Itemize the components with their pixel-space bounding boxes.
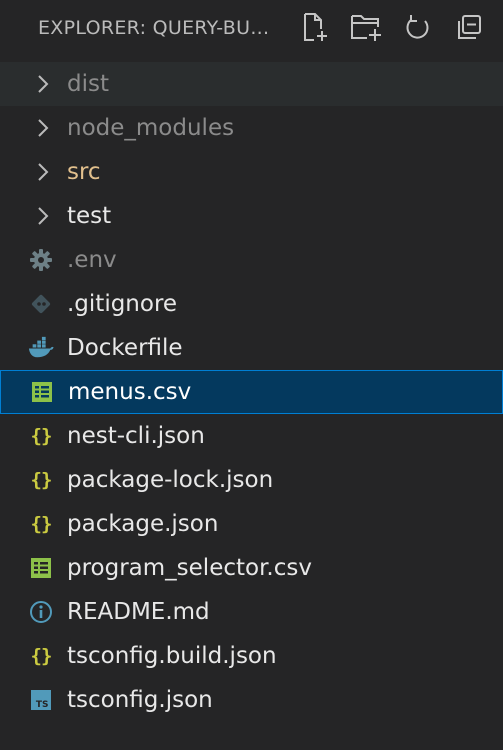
json-icon: {} bbox=[30, 645, 53, 667]
tree-item-label: tsconfig.json bbox=[67, 687, 213, 713]
tree-item-menus-csv[interactable]: menus.csv bbox=[0, 370, 503, 414]
tree-item-dockerfile[interactable]: Dockerfile bbox=[0, 326, 503, 370]
tree-item-tsconfig-build-json[interactable]: {} tsconfig.build.json bbox=[0, 634, 503, 678]
tree-item-env[interactable]: .env bbox=[0, 238, 503, 282]
tree-item-label: dist bbox=[67, 71, 109, 97]
tree-item-label: node_modules bbox=[67, 115, 235, 141]
csv-file-icon bbox=[28, 555, 54, 581]
tree-item-label: .env bbox=[67, 247, 117, 273]
refresh-icon bbox=[406, 15, 429, 39]
tree-item-readme-md[interactable]: README.md bbox=[0, 590, 503, 634]
chevron-right-icon bbox=[33, 115, 53, 141]
collapse-all-icon bbox=[458, 15, 481, 39]
chevron-right-icon bbox=[33, 203, 53, 229]
explorer-title: EXPLORER: QUERY-BU... bbox=[38, 17, 270, 39]
tree-item-label: nest-cli.json bbox=[67, 423, 205, 449]
info-icon bbox=[28, 599, 54, 625]
tree-item-label: README.md bbox=[67, 599, 210, 625]
file-tree: dist node_modules src test .env .gitigno… bbox=[0, 62, 503, 722]
collapse-all-button[interactable] bbox=[449, 8, 489, 48]
json-icon: {} bbox=[30, 513, 53, 535]
tree-item-label: package.json bbox=[67, 511, 219, 537]
docker-icon bbox=[28, 335, 54, 361]
new-folder-button[interactable] bbox=[347, 8, 387, 48]
json-icon: {} bbox=[30, 425, 53, 447]
svg-text:TS: TS bbox=[36, 700, 49, 710]
tree-item-package-json[interactable]: {} package.json bbox=[0, 502, 503, 546]
tree-item-label: program_selector.csv bbox=[67, 555, 312, 581]
csv-file-icon bbox=[29, 379, 55, 405]
tree-item-nest-cli-json[interactable]: {} nest-cli.json bbox=[0, 414, 503, 458]
tree-item-label: .gitignore bbox=[67, 291, 178, 317]
chevron-right-icon bbox=[33, 71, 53, 97]
new-file-icon bbox=[304, 13, 327, 41]
explorer-panel: EXPLORER: QUERY-BU... dist node_modules … bbox=[0, 0, 503, 750]
tree-item-program-selector-csv[interactable]: program_selector.csv bbox=[0, 546, 503, 590]
tree-item-node-modules[interactable]: node_modules bbox=[0, 106, 503, 150]
tree-item-label: menus.csv bbox=[68, 379, 192, 405]
tree-item-label: tsconfig.build.json bbox=[67, 643, 277, 669]
chevron-right-icon bbox=[33, 159, 53, 185]
tree-item-package-lock-json[interactable]: {} package-lock.json bbox=[0, 458, 503, 502]
explorer-actions bbox=[296, 8, 489, 48]
tree-item-gitignore[interactable]: .gitignore bbox=[0, 282, 503, 326]
refresh-button[interactable] bbox=[398, 8, 438, 48]
tree-item-label: package-lock.json bbox=[67, 467, 274, 493]
tree-item-label: Dockerfile bbox=[67, 335, 183, 361]
new-file-button[interactable] bbox=[296, 8, 336, 48]
tree-item-label: src bbox=[67, 159, 101, 185]
json-icon: {} bbox=[30, 469, 53, 491]
git-icon bbox=[28, 291, 54, 317]
explorer-header: EXPLORER: QUERY-BU... bbox=[0, 0, 503, 56]
new-folder-icon bbox=[351, 15, 381, 41]
tree-item-dist[interactable]: dist bbox=[0, 62, 503, 106]
tree-item-src[interactable]: src bbox=[0, 150, 503, 194]
tree-item-tsconfig-json[interactable]: TS tsconfig.json bbox=[0, 678, 503, 722]
gear-icon bbox=[28, 247, 54, 273]
tree-item-test[interactable]: test bbox=[0, 194, 503, 238]
typescript-icon: TS bbox=[28, 687, 54, 713]
tree-item-label: test bbox=[67, 203, 112, 229]
